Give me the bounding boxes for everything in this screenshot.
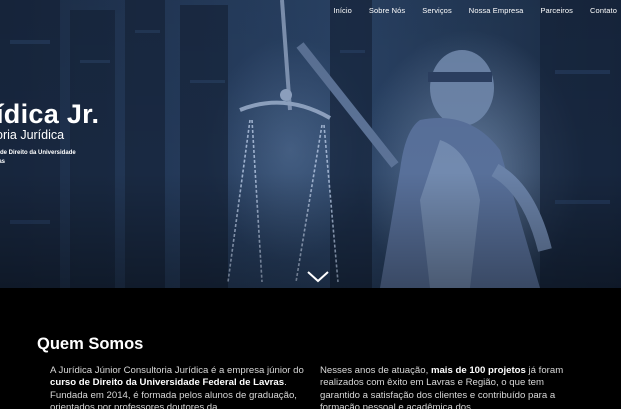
hero-subtitle: oria Jurídica: [0, 128, 65, 142]
nav-item-inicio[interactable]: Início: [333, 6, 356, 20]
about-section: Quem Somos A Jurídica Júnior Consultoria…: [0, 288, 621, 409]
chevron-down-icon[interactable]: [306, 270, 330, 284]
nav-item-nossa-empresa[interactable]: Nossa Empresa: [456, 6, 528, 20]
about-right-text-1: Nesses anos de atuação,: [320, 365, 431, 376]
about-right-bold: mais de 100 projetos: [430, 365, 526, 376]
hero-title: ídica Jr.: [0, 99, 100, 129]
nav-item-sobre-nos[interactable]: Sobre Nós: [356, 6, 409, 20]
hero-description-line-2: ras: [0, 159, 6, 165]
about-left-bold: curso de Direito da Universidade Federal…: [50, 377, 285, 389]
hero-description-line-1: r de Direito da Universidade: [0, 150, 76, 156]
hero-description: r de Direito da Universidade ras: [0, 149, 96, 167]
nav-item-contato[interactable]: Contato: [577, 6, 621, 20]
about-left-paragraph: A Jurídica Júnior Consultoria Jurídica é…: [50, 365, 305, 409]
about-right-paragraph: Nesses anos de atuação, mais de 100 proj…: [320, 365, 575, 409]
section-title: Quem Somos: [37, 335, 144, 353]
nav-item-parceiros[interactable]: Parceiros: [527, 6, 577, 20]
main-navigation: Início Sobre Nós Serviços Nossa Empresa …: [333, 6, 621, 20]
about-left-text-1: A Jurídica Júnior Consultoria Jurídica é…: [50, 365, 304, 376]
hero-overlay: [0, 0, 621, 288]
nav-item-servicos[interactable]: Serviços: [409, 6, 456, 20]
hero-banner: [0, 0, 621, 288]
